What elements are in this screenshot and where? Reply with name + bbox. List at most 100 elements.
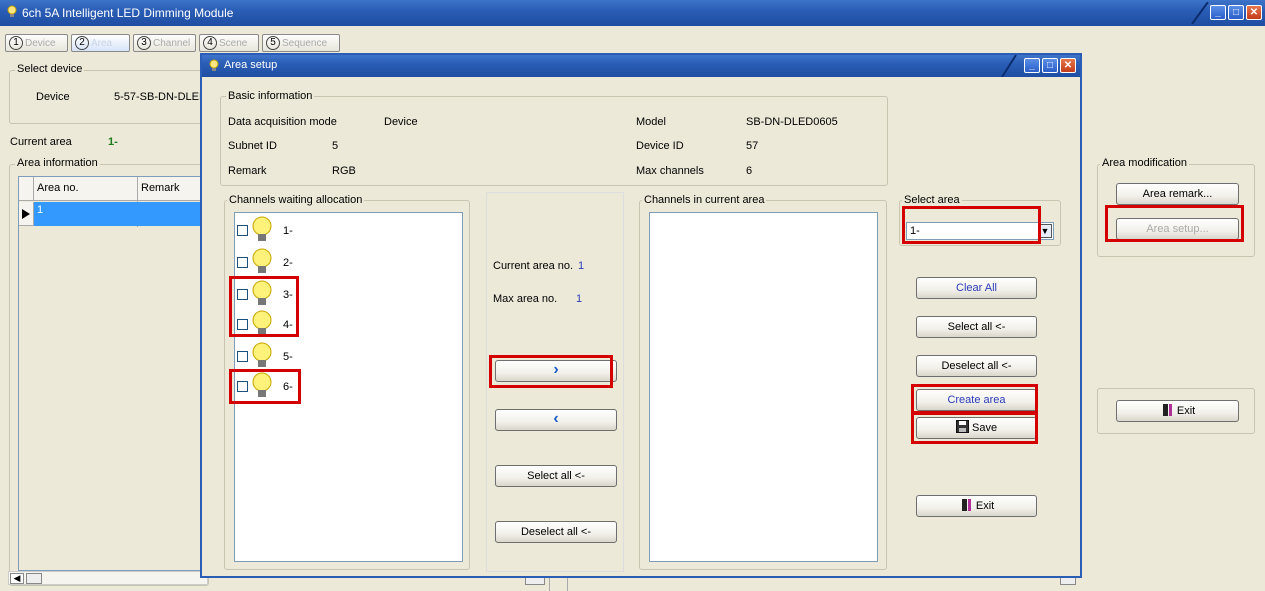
scroll-left-icon[interactable]: ◀ — [10, 573, 24, 584]
tab-label: Area — [91, 37, 113, 49]
channels-waiting-list[interactable]: 1- 2- 3- 4- 5- 6- — [234, 212, 463, 562]
area-remark-button[interactable]: Area remark... — [1116, 183, 1239, 205]
dialog-window-controls: _ □ ✕ — [1024, 58, 1076, 73]
dialog-title: Area setup — [224, 59, 278, 71]
tab-number: 3 — [137, 36, 151, 50]
cell-area-no: 1 — [37, 204, 44, 216]
dialog-title-bar: Area setup _ □ ✕ — [202, 55, 1080, 77]
dialog-minimize-icon[interactable]: _ — [1024, 58, 1040, 73]
tab-area[interactable]: 2 Area — [71, 34, 130, 52]
max-area-no-value: 1 — [576, 293, 583, 305]
window-controls: _ □ ✕ — [1210, 5, 1262, 20]
device-id-label: Device ID — [636, 140, 684, 152]
middle-panel — [486, 192, 624, 572]
select-area-label: Select area — [902, 194, 962, 206]
tab-device[interactable]: 1 Device — [5, 34, 68, 52]
window-title: 6ch 5A Intelligent LED Dimming Module — [22, 6, 234, 20]
horizontal-scrollbar[interactable]: ◀ — [8, 571, 208, 585]
exit-icon — [961, 499, 971, 511]
max-area-no-label: Max area no. — [493, 293, 558, 305]
area-setup-dialog: Area setup _ □ ✕ Basic information Data … — [200, 53, 1082, 578]
remark-label: Remark — [228, 165, 267, 177]
tab-label: Sequence — [282, 37, 328, 49]
dialog-exit-button[interactable]: Exit — [916, 495, 1037, 517]
channel-label-5: 5- — [283, 351, 293, 363]
bulb-icon — [252, 342, 272, 367]
exit-icon — [1162, 404, 1172, 416]
bulb-icon — [252, 248, 272, 273]
main-title-bar: 6ch 5A Intelligent LED Dimming Module _ … — [0, 0, 1265, 26]
tab-sequence[interactable]: 5 Sequence — [262, 34, 340, 52]
tab-label: Scene — [219, 37, 248, 49]
tab-scene[interactable]: 4 Scene — [199, 34, 259, 52]
column-remark[interactable]: Remark — [141, 182, 180, 194]
data-acquisition-label: Data acquisition mode — [228, 116, 337, 128]
subnet-id-label: Subnet ID — [228, 140, 277, 152]
max-channels-value: 6 — [746, 165, 753, 177]
area-setup-button[interactable]: Area setup... — [1116, 218, 1239, 240]
tab-label: Channel — [153, 37, 191, 49]
area-information-label: Area information — [15, 157, 100, 169]
current-area-label: Current area — [10, 136, 72, 148]
channel-label-1: 1- — [283, 225, 293, 237]
bulb-icon — [252, 310, 272, 335]
dialog-maximize-icon[interactable]: □ — [1042, 58, 1058, 73]
chevron-down-icon[interactable]: ▼ — [1038, 224, 1052, 238]
channels-current-list[interactable] — [649, 212, 878, 562]
maximize-icon[interactable]: □ — [1228, 5, 1244, 20]
tab-number: 5 — [266, 36, 280, 50]
channel-checkbox-1[interactable] — [237, 225, 248, 236]
dialog-exit-label: Exit — [975, 500, 995, 512]
select-area-dropdown[interactable]: 1- ▼ — [906, 222, 1054, 240]
titlebar-decoration-icon — [1191, 2, 1209, 24]
save-label: Save — [971, 422, 998, 434]
channel-label-4: 4- — [283, 319, 293, 331]
bulb-dialog-icon — [209, 59, 219, 71]
channel-checkbox-2[interactable] — [237, 257, 248, 268]
area-modification-group — [1097, 164, 1255, 257]
move-right-button[interactable]: › — [495, 360, 617, 382]
middle-deselect-all-button[interactable]: Deselect all <- — [495, 521, 617, 543]
dialog-titlebar-decoration-icon — [1001, 55, 1017, 77]
minimize-icon[interactable]: _ — [1210, 5, 1226, 20]
deselect-all-button[interactable]: Deselect all <- — [916, 355, 1037, 377]
move-left-button[interactable]: ‹ — [495, 409, 617, 431]
channel-checkbox-5[interactable] — [237, 351, 248, 362]
channel-label-2: 2- — [283, 257, 293, 269]
main-exit-button[interactable]: Exit — [1116, 400, 1239, 422]
column-area-no[interactable]: Area no. — [37, 182, 79, 194]
row-selector[interactable] — [19, 202, 34, 226]
tab-channel[interactable]: 3 Channel — [133, 34, 196, 52]
channel-checkbox-6[interactable] — [237, 381, 248, 392]
channel-label-6: 6- — [283, 381, 293, 393]
bulb-icon — [252, 216, 272, 241]
select-all-button[interactable]: Select all <- — [916, 316, 1037, 338]
channels-current-label: Channels in current area — [642, 194, 767, 206]
current-area-no-label: Current area no. — [493, 260, 574, 272]
scroll-thumb[interactable] — [26, 573, 42, 584]
tab-label: Device — [25, 37, 56, 49]
clear-all-button[interactable]: Clear All — [916, 277, 1037, 299]
current-area-no-value: 1 — [578, 260, 585, 272]
row-pointer-icon — [22, 209, 30, 219]
channel-checkbox-4[interactable] — [237, 319, 248, 330]
save-button[interactable]: Save — [916, 417, 1037, 439]
middle-select-all-button[interactable]: Select all <- — [495, 465, 617, 487]
area-modification-label: Area modification — [1100, 157, 1189, 169]
table-row[interactable]: 1 — [34, 202, 209, 226]
bulb-icon — [252, 372, 272, 397]
select-device-label: Select device — [15, 63, 85, 75]
device-label: Device — [36, 91, 70, 103]
channel-checkbox-3[interactable] — [237, 289, 248, 300]
area-table: Area no. Remark 1 — [18, 176, 209, 571]
tab-number: 4 — [203, 36, 217, 50]
subnet-id-value: 5 — [332, 140, 339, 152]
device-value[interactable]: 5-57-SB-DN-DLED — [114, 91, 207, 103]
create-area-button[interactable]: Create area — [916, 389, 1037, 411]
max-channels-label: Max channels — [636, 165, 704, 177]
main-exit-label: Exit — [1176, 405, 1196, 417]
dialog-close-icon[interactable]: ✕ — [1060, 58, 1076, 73]
model-label: Model — [636, 116, 666, 128]
close-icon[interactable]: ✕ — [1246, 5, 1262, 20]
channels-waiting-label: Channels waiting allocation — [227, 194, 365, 206]
